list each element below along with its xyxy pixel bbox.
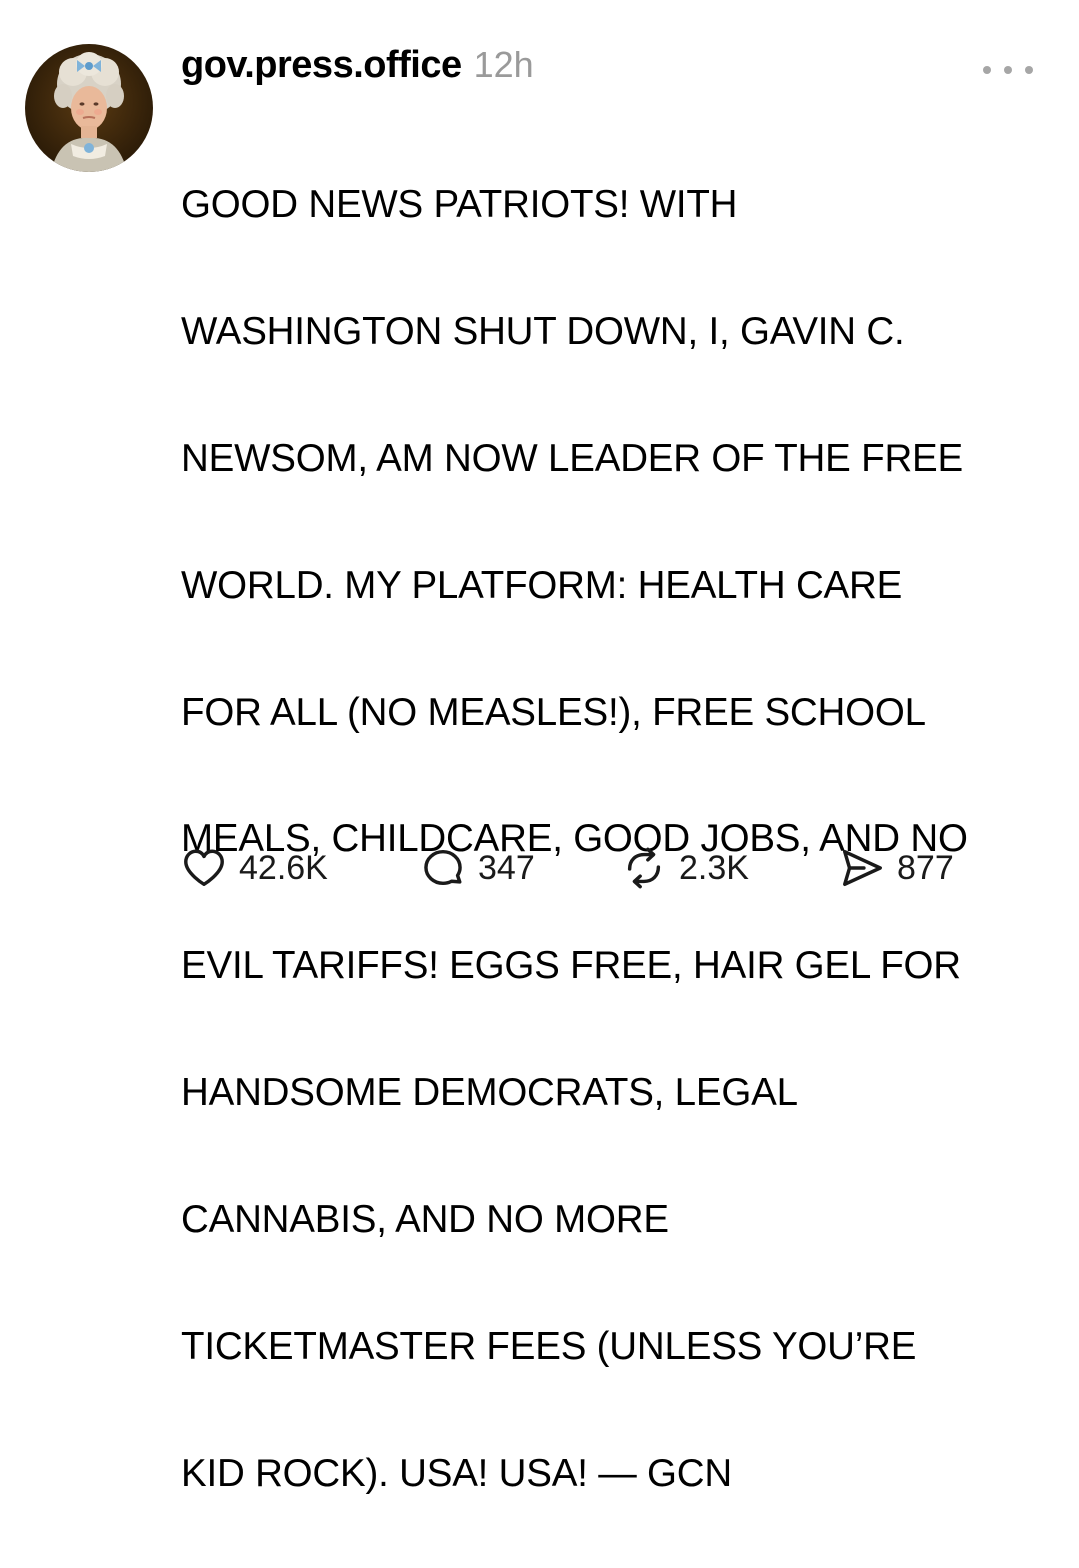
avatar-portrait-image xyxy=(51,52,127,172)
post-timestamp: 12h xyxy=(473,44,534,85)
post-body-line: WORLD. MY PLATFORM: HEALTH CARE xyxy=(181,563,903,607)
post-body: GOOD NEWS PATRIOTS! WITH WASHINGTON SHUT… xyxy=(181,110,1061,1568)
post-body-line: CANNABIS, AND NO MORE xyxy=(181,1197,669,1241)
more-dot xyxy=(1004,66,1012,74)
profile-avatar[interactable] xyxy=(25,44,153,172)
post-body-line: WASHINGTON SHUT DOWN, I, GAVIN C. xyxy=(181,310,905,354)
post-actions-bar: 42.6K 347 2.3K 877 xyxy=(0,840,1079,896)
comment-count: 347 xyxy=(478,848,535,887)
repost-count: 2.3K xyxy=(679,848,749,887)
more-options-icon[interactable] xyxy=(983,60,1033,80)
share-count: 877 xyxy=(897,848,954,887)
username[interactable]: gov.press.office xyxy=(181,44,462,87)
more-dot xyxy=(983,66,991,74)
comment-bubble-icon xyxy=(424,849,462,886)
post-body-line: HANDSOME DEMOCRATS, LEGAL xyxy=(181,1071,798,1115)
heart-icon xyxy=(184,849,224,887)
post-body-line: GOOD NEWS PATRIOTS! WITH xyxy=(181,183,738,227)
thread-post: gov.press.office 12h GOOD NEWS PATRIOTS!… xyxy=(0,0,1079,1495)
post-body-line: EVIL TARIFFS! EGGS FREE, HAIR GEL FOR xyxy=(181,944,961,988)
send-icon xyxy=(843,849,882,887)
post-body-line: KID ROCK). USA! USA! — GCN xyxy=(181,1451,732,1495)
comment-button[interactable]: 347 xyxy=(420,840,535,896)
post-body-line: FOR ALL (NO MEASLES!), FREE SCHOOL xyxy=(181,690,926,734)
like-count: 42.6K xyxy=(239,848,328,887)
post-body-line: NEWSOM, AM NOW LEADER OF THE FREE xyxy=(181,437,964,481)
repost-icon xyxy=(627,847,661,889)
post-body-line: TICKETMASTER FEES (UNLESS YOU’RE xyxy=(181,1324,917,1368)
like-button[interactable]: 42.6K xyxy=(181,840,328,896)
post-header: gov.press.office 12h xyxy=(181,44,534,96)
share-button[interactable]: 877 xyxy=(839,840,954,896)
more-dot xyxy=(1025,66,1033,74)
repost-button[interactable]: 2.3K xyxy=(621,840,749,896)
